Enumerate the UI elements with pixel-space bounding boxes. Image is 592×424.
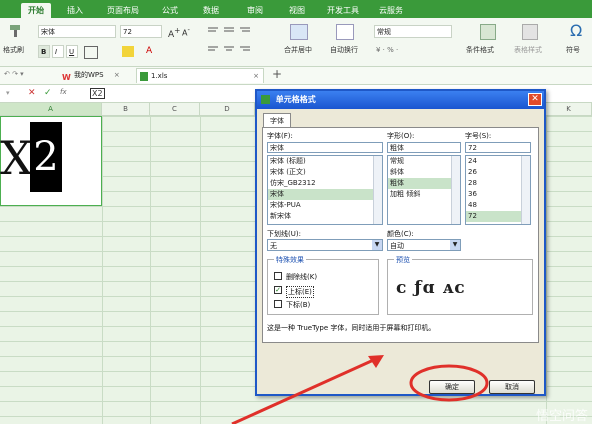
watermark: 悟空问答 — [535, 409, 588, 424]
annotation-circle — [409, 364, 489, 402]
annotation-arrow-line — [231, 356, 379, 424]
annotation-overlay — [231, 355, 489, 424]
